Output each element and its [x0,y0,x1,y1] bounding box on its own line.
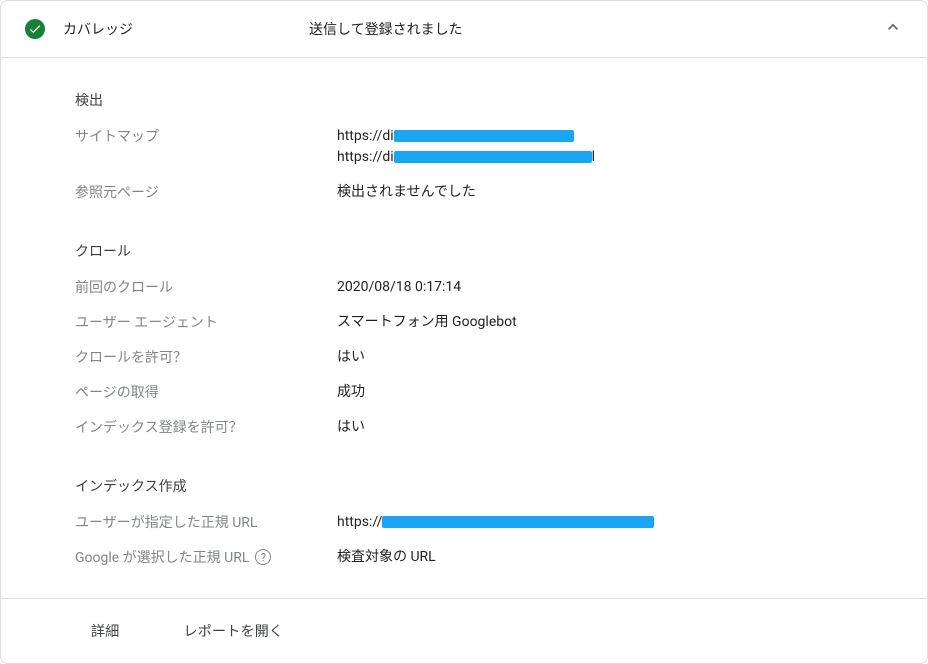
row-user-canonical: ユーザーが指定した正規 URL https:// [75,512,927,533]
row-sitemaps: サイトマップ https://di https://di l [75,126,927,168]
value-user-canonical: https:// [337,512,654,533]
row-user-agent: ユーザー エージェント スマートフォン用 Googlebot [75,312,927,333]
label-crawl-allowed: クロールを許可？ [75,347,337,367]
redacted-user-canonical [382,516,654,528]
header-status: 送信して登録されました [309,19,883,39]
value-referring: 検出されませんでした [337,182,476,203]
value-sitemaps: https://di https://di l [337,126,595,168]
label-user-agent: ユーザー エージェント [75,312,337,332]
redacted-sitemap2 [394,151,592,163]
sitemap2-suffix: l [592,149,595,165]
card-header[interactable]: カバレッジ 送信して登録されました [1,1,927,58]
label-google-canonical-text: Google が選択した正規 URL [75,547,249,567]
label-last-crawl: 前回のクロール [75,277,337,297]
value-last-crawl: 2020/08/18 0:17:14 [337,277,461,298]
checkmark-icon [25,19,45,39]
label-indexing-allowed: インデックス登録を許可？ [75,417,337,437]
value-crawl-allowed: はい [337,347,365,368]
section-indexing: インデックス作成 ユーザーが指定した正規 URL https:// Google… [75,452,927,568]
sitemap2-prefix: https://di [337,149,394,165]
value-user-agent: スマートフォン用 Googlebot [337,312,517,333]
section-title-discovery: 検出 [75,90,927,110]
open-report-button[interactable]: レポートを開く [168,613,300,649]
row-referring: 参照元ページ 検出されませんでした [75,182,927,203]
section-title-crawl: クロール [75,241,927,261]
user-canonical-prefix: https:// [337,514,382,530]
label-sitemaps: サイトマップ [75,126,337,146]
row-google-canonical: Google が選択した正規 URL ? 検査対象の URL [75,547,927,568]
row-indexing-allowed: インデックス登録を許可？ はい [75,417,927,438]
coverage-card: カバレッジ 送信して登録されました 検出 サイトマップ https://di h… [0,0,928,664]
value-page-fetch: 成功 [337,382,365,403]
section-crawl: クロール 前回のクロール 2020/08/18 0:17:14 ユーザー エージ… [75,217,927,438]
card-footer: 詳細 レポートを開く [1,598,927,663]
chevron-up-icon [883,17,903,41]
label-google-canonical: Google が選択した正規 URL ? [75,547,337,567]
redacted-sitemap1 [394,130,574,142]
label-user-canonical: ユーザーが指定した正規 URL [75,512,337,532]
card-body: 検出 サイトマップ https://di https://di l 参照元ページ … [1,58,927,598]
sitemap1-prefix: https://di [337,128,394,144]
section-discovery: 検出 サイトマップ https://di https://di l 参照元ページ … [75,66,927,203]
label-page-fetch: ページの取得 [75,382,337,402]
details-button[interactable]: 詳細 [75,613,136,649]
value-google-canonical: 検査対象の URL [337,547,436,568]
label-referring: 参照元ページ [75,182,337,202]
help-icon[interactable]: ? [255,549,271,565]
value-indexing-allowed: はい [337,417,365,438]
row-last-crawl: 前回のクロール 2020/08/18 0:17:14 [75,277,927,298]
section-title-indexing: インデックス作成 [75,476,927,496]
row-crawl-allowed: クロールを許可？ はい [75,347,927,368]
header-title: カバレッジ [63,19,309,39]
row-page-fetch: ページの取得 成功 [75,382,927,403]
